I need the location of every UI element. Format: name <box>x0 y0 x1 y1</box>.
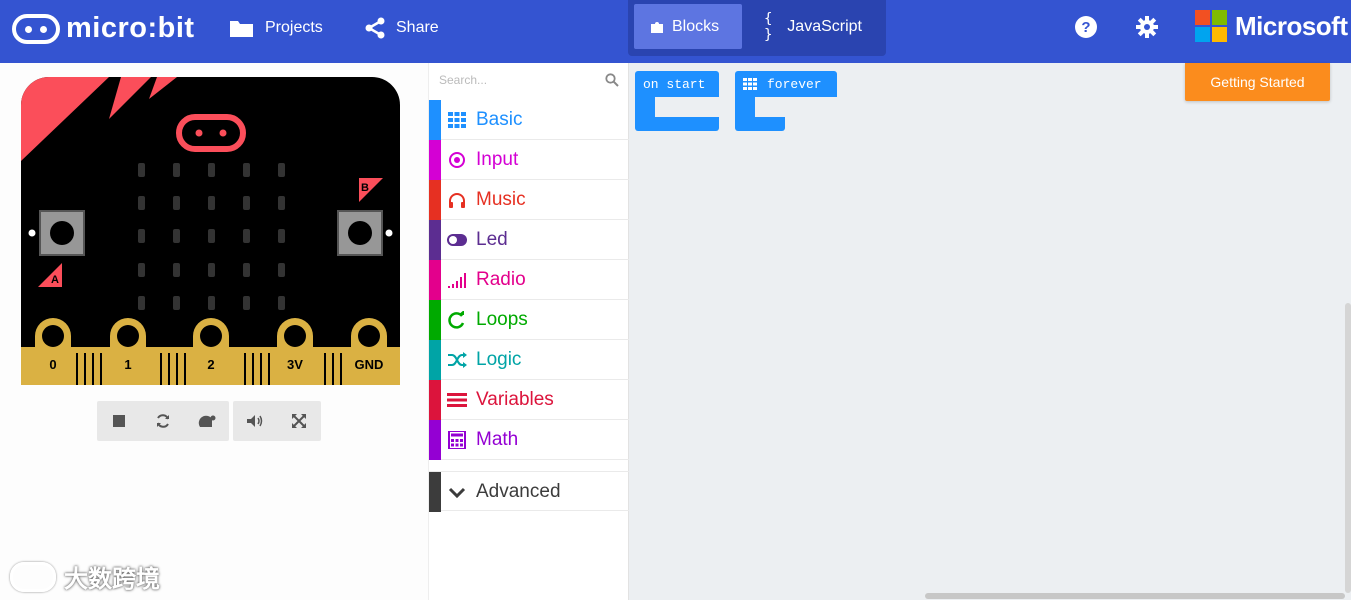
blocks-tab[interactable]: Blocks <box>634 4 742 49</box>
code-braces-icon: { } <box>764 10 773 43</box>
microsoft-logo-icon <box>1195 10 1227 42</box>
search-input[interactable] <box>439 70 599 90</box>
category-advanced[interactable]: Advanced <box>429 471 629 512</box>
microbit-logo-icon <box>12 13 60 44</box>
button-b-label: B <box>361 182 369 194</box>
forever-block[interactable]: forever <box>735 71 837 131</box>
category-label: Music <box>476 189 526 210</box>
category-loops[interactable]: Loops <box>429 300 629 340</box>
puzzle-icon <box>651 21 663 33</box>
share-label: Share <box>396 19 439 36</box>
loop-arrow-icon <box>448 311 465 329</box>
share-icon <box>365 17 385 39</box>
button-a-label: A <box>51 274 59 286</box>
folder-icon <box>230 21 253 37</box>
category-input[interactable]: Input <box>429 140 629 180</box>
editor-toggle: Blocks { } JavaScript <box>628 0 886 56</box>
mute-button[interactable] <box>233 401 277 441</box>
restart-icon <box>157 414 169 428</box>
watermark-logo-icon <box>10 561 56 592</box>
category-label: Math <box>476 429 519 450</box>
microsoft-brand[interactable]: Microsoft <box>1195 10 1348 42</box>
chevron-down-icon <box>448 487 466 499</box>
category-logic[interactable]: Logic <box>429 340 629 380</box>
slow-mo-button[interactable] <box>185 401 229 441</box>
category-basic[interactable]: Basic <box>429 100 629 140</box>
category-label: Radio <box>476 269 526 290</box>
microbit-board[interactable]: A B 0 1 2 3V GND <box>21 77 400 385</box>
blocks-workspace[interactable]: on start forever Getting Started <box>629 63 1351 600</box>
on-start-block[interactable]: on start <box>635 71 719 131</box>
category-music[interactable]: Music <box>429 180 629 220</box>
mute-icon <box>247 415 263 427</box>
shuffle-icon <box>448 352 467 368</box>
search-icon[interactable] <box>605 73 619 87</box>
radio-circle-icon <box>449 152 465 168</box>
javascript-tab[interactable]: { } JavaScript <box>748 4 878 49</box>
microsoft-label: Microsoft <box>1235 10 1348 41</box>
svg-text:?: ? <box>1081 19 1090 36</box>
category-label: Basic <box>476 109 523 130</box>
horizontal-scrollbar[interactable] <box>925 593 1345 599</box>
category-label: Led <box>476 229 508 250</box>
grid-icon <box>743 78 757 90</box>
block-label: on start <box>635 71 719 97</box>
watermark: 大数跨境 <box>10 559 160 594</box>
stop-button[interactable] <box>97 401 141 441</box>
category-label: Loops <box>476 309 528 330</box>
pin-1-label: 1 <box>124 357 131 372</box>
category-label: Input <box>476 149 519 170</box>
block-label: forever <box>767 76 822 92</box>
pin-2-label: 2 <box>207 357 214 372</box>
pin-gnd-label: GND <box>355 357 384 372</box>
category-label: Variables <box>476 389 554 410</box>
fullscreen-button[interactable] <box>277 401 321 441</box>
category-radio[interactable]: Radio <box>429 260 629 300</box>
blocks-label: Blocks <box>672 17 720 35</box>
pin-3v-label: 3V <box>287 357 303 372</box>
share-button[interactable]: Share <box>364 14 439 42</box>
projects-label: Projects <box>265 19 323 36</box>
fullscreen-icon <box>292 414 306 428</box>
simulator-panel: A B 0 1 2 3V GND 大数跨境 <box>0 63 428 600</box>
logo-text: micro:bit <box>66 12 195 44</box>
toolbox: Basic Input Music Led Radio <box>428 63 629 600</box>
gear-icon[interactable] <box>1135 15 1159 39</box>
stop-icon <box>113 415 125 427</box>
microbit-logo[interactable]: micro:bit <box>12 12 195 45</box>
category-label: Advanced <box>476 481 561 502</box>
calculator-icon <box>448 431 466 449</box>
restart-button[interactable] <box>141 401 185 441</box>
vertical-scrollbar[interactable] <box>1345 303 1351 593</box>
simulator-controls <box>97 401 321 441</box>
slow-mo-icon <box>198 415 216 427</box>
headphones-icon <box>449 193 465 208</box>
toggle-icon <box>447 234 467 246</box>
pin-0-label: 0 <box>49 357 56 372</box>
watermark-text: 大数跨境 <box>64 566 160 593</box>
help-icon[interactable]: ? <box>1074 15 1098 39</box>
category-math[interactable]: Math <box>429 420 629 460</box>
list-icon <box>447 393 467 407</box>
category-label: Logic <box>476 349 522 370</box>
signal-bars-icon <box>448 273 466 288</box>
top-bar: micro:bit Projects Share Blocks { } Java… <box>0 0 1351 63</box>
category-led[interactable]: Led <box>429 220 629 260</box>
toolbox-search <box>429 63 629 97</box>
category-variables[interactable]: Variables <box>429 380 629 420</box>
getting-started-button[interactable]: Getting Started <box>1185 63 1330 101</box>
projects-button[interactable]: Projects <box>229 14 323 42</box>
javascript-label: JavaScript <box>787 17 862 35</box>
grid-icon <box>448 112 466 128</box>
block-header: forever <box>735 71 837 97</box>
